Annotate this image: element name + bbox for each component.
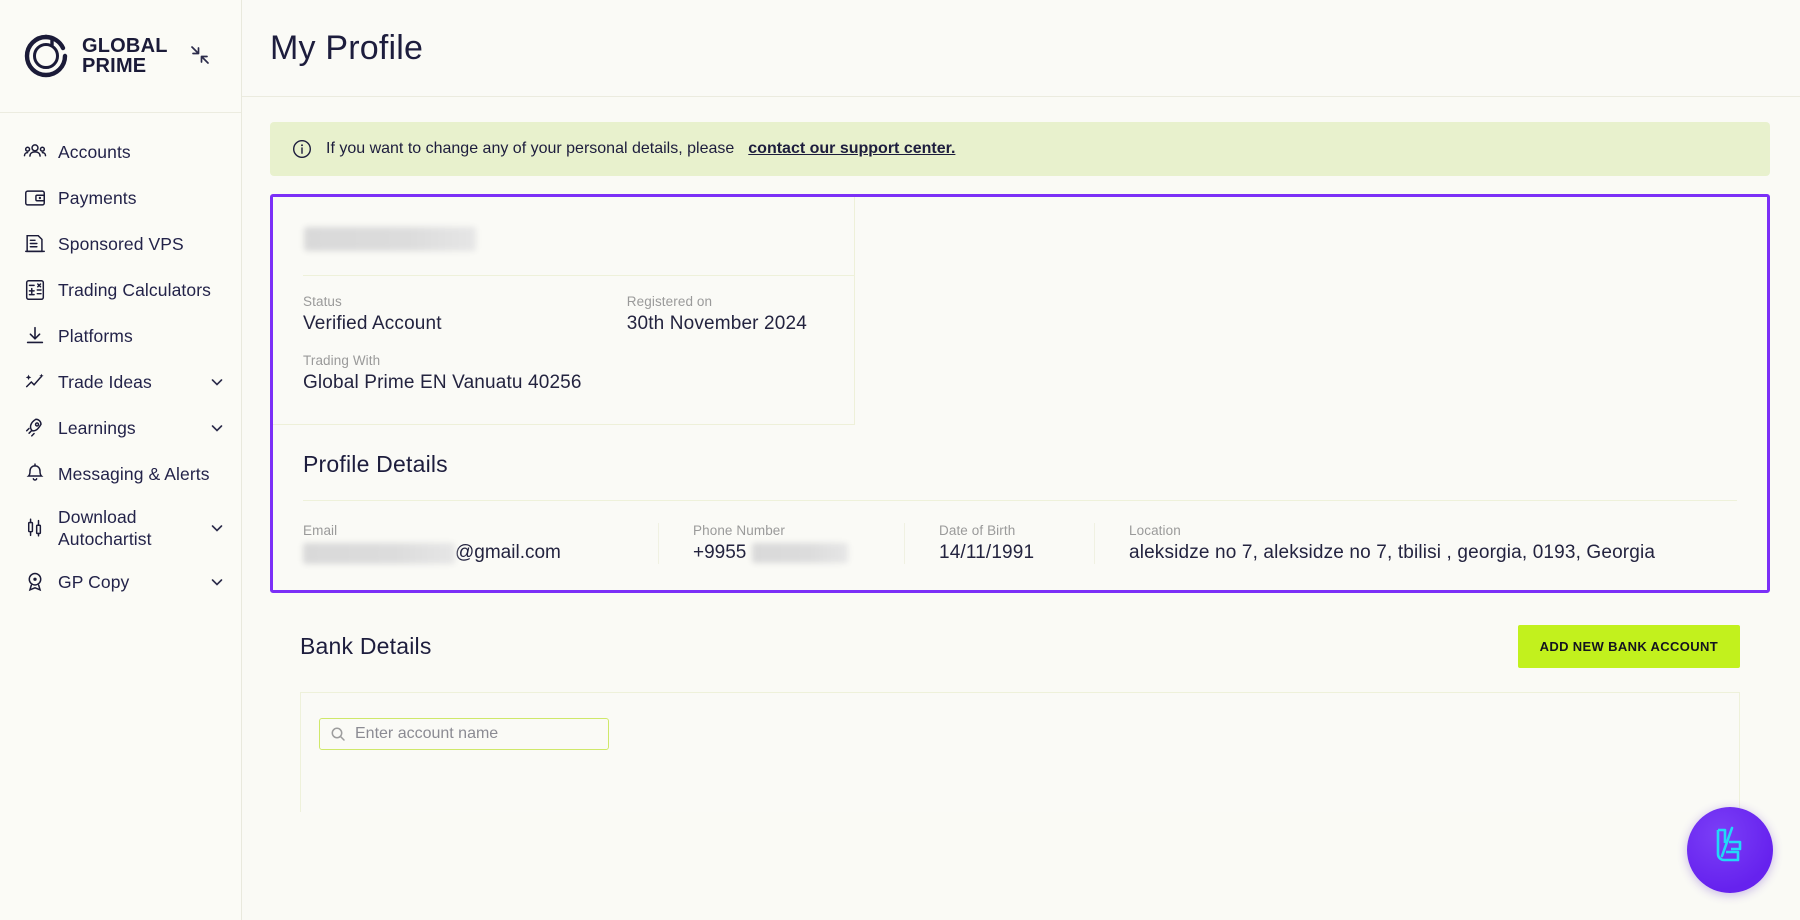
profile-highlight-region: Status Verified Account Registered on 30… xyxy=(270,194,1770,593)
registered-on-value: 30th November 2024 xyxy=(627,313,854,335)
sidebar-nav: Accounts Payments xyxy=(0,113,241,920)
email-domain-value: @gmail.com xyxy=(455,542,561,564)
brand-logo[interactable]: GLOBAL PRIME xyxy=(22,32,168,80)
chevron-down-icon[interactable] xyxy=(209,374,225,390)
add-new-bank-account-button[interactable]: ADD NEW BANK ACCOUNT xyxy=(1518,625,1740,668)
sidebar-item-platforms[interactable]: Platforms xyxy=(0,313,241,359)
global-prime-ring-logo-icon xyxy=(22,32,70,80)
page-title: My Profile xyxy=(270,29,423,68)
sidebar-item-label: GP Copy xyxy=(58,571,129,593)
phone-suffix-redacted xyxy=(752,543,848,563)
users-group-icon xyxy=(22,139,48,165)
location-field: Location aleksidze no 7, aleksidze no 7,… xyxy=(1095,523,1737,564)
sidebar-item-sponsored-vps[interactable]: Sponsored VPS xyxy=(0,221,241,267)
bank-details-section: Bank Details ADD NEW BANK ACCOUNT xyxy=(270,607,1770,812)
sidebar-item-trading-calculators[interactable]: Trading Calculators xyxy=(0,267,241,313)
date-of-birth-value: 14/11/1991 xyxy=(939,542,1074,564)
sidebar-item-label: Platforms xyxy=(58,325,133,347)
location-value: aleksidze no 7, aleksidze no 7, tbilisi … xyxy=(1129,542,1717,564)
sidebar-item-payments[interactable]: Payments xyxy=(0,175,241,221)
profile-details-grid: Email @gmail.com Phone Number +9955 xyxy=(303,523,1737,564)
download-icon xyxy=(22,323,48,349)
trading-with-value: Global Prime EN Vanuatu 40256 xyxy=(303,372,854,394)
notice-text: If you want to change any of your person… xyxy=(326,140,734,158)
app-root: GLOBAL PRIME xyxy=(0,0,1800,920)
sparkle-chart-icon xyxy=(22,369,48,395)
top-bar: My Profile xyxy=(242,0,1800,97)
sidebar-item-gp-copy[interactable]: GP Copy xyxy=(0,559,241,605)
divider xyxy=(303,275,855,276)
trading-with-label: Trading With xyxy=(303,353,854,368)
sidebar-item-label: Download Autochartist xyxy=(58,506,209,550)
status-field: Status Verified Account xyxy=(303,294,627,335)
sidebar-item-download-autochartist[interactable]: Download Autochartist xyxy=(0,497,241,559)
sidebar-item-label: Trading Calculators xyxy=(58,279,211,301)
bell-icon xyxy=(22,461,48,487)
trading-with-field: Trading With Global Prime EN Vanuatu 402… xyxy=(303,353,854,394)
account-summary-box: Status Verified Account Registered on 30… xyxy=(273,197,855,425)
sidebar-item-label: Accounts xyxy=(58,141,131,163)
sidebar-item-label: Sponsored VPS xyxy=(58,233,184,255)
page-content: If you want to change any of your person… xyxy=(242,97,1800,920)
sidebar-item-learnings[interactable]: Learnings xyxy=(0,405,241,451)
sidebar-item-label: Trade Ideas xyxy=(58,371,152,393)
sidebar-item-label: Messaging & Alerts xyxy=(58,463,210,485)
chat-assistant-logo-icon xyxy=(1704,822,1756,879)
phone-number-field: Phone Number +9955 xyxy=(659,523,905,564)
calculator-icon xyxy=(22,277,48,303)
sidebar-item-label: Learnings xyxy=(58,417,136,439)
account-summary-grid: Status Verified Account Registered on 30… xyxy=(303,294,854,335)
collapse-sidebar-icon[interactable] xyxy=(189,44,211,66)
support-center-link[interactable]: contact our support center. xyxy=(748,140,955,158)
chevron-down-icon[interactable] xyxy=(209,574,225,590)
status-label: Status xyxy=(303,294,627,309)
chevron-down-icon[interactable] xyxy=(209,520,225,536)
email-label: Email xyxy=(303,523,638,538)
candlestick-icon xyxy=(22,515,48,541)
copy-trade-icon xyxy=(22,569,48,595)
bank-details-header: Bank Details ADD NEW BANK ACCOUNT xyxy=(270,607,1770,668)
email-local-part-redacted xyxy=(303,543,455,564)
brand-wordmark: GLOBAL PRIME xyxy=(82,36,168,77)
rocket-icon xyxy=(22,415,48,441)
registered-on-field: Registered on 30th November 2024 xyxy=(627,294,854,335)
chat-assistant-button[interactable] xyxy=(1687,807,1773,893)
registered-on-label: Registered on xyxy=(627,294,854,309)
status-value: Verified Account xyxy=(303,313,627,335)
search-icon xyxy=(330,726,346,742)
account-name-search[interactable] xyxy=(319,718,609,750)
sidebar-item-label: Payments xyxy=(58,187,137,209)
account-name-redacted xyxy=(304,227,476,251)
sidebar: GLOBAL PRIME xyxy=(0,0,242,920)
search-input[interactable] xyxy=(355,725,598,743)
sidebar-header: GLOBAL PRIME xyxy=(0,0,241,113)
info-circle-icon xyxy=(292,139,312,159)
brand-line-1: GLOBAL xyxy=(82,35,168,57)
email-value-row: @gmail.com xyxy=(303,542,638,564)
sidebar-item-accounts[interactable]: Accounts xyxy=(0,129,241,175)
profile-card: Status Verified Account Registered on 30… xyxy=(273,197,1767,590)
divider xyxy=(303,500,1737,501)
phone-number-value: +9955 xyxy=(693,542,746,564)
email-field: Email @gmail.com xyxy=(303,523,659,564)
main-area: My Profile If you want to change any of … xyxy=(242,0,1800,920)
location-label: Location xyxy=(1129,523,1717,538)
sidebar-item-trade-ideas[interactable]: Trade Ideas xyxy=(0,359,241,405)
wallet-icon xyxy=(22,185,48,211)
brand-line-2: PRIME xyxy=(82,55,146,77)
bank-accounts-panel xyxy=(300,692,1740,812)
sidebar-item-messaging-alerts[interactable]: Messaging & Alerts xyxy=(0,451,241,497)
chevron-down-icon[interactable] xyxy=(209,420,225,436)
bank-details-title: Bank Details xyxy=(300,633,432,660)
profile-details-title: Profile Details xyxy=(303,451,1737,478)
personal-details-notice: If you want to change any of your person… xyxy=(270,122,1770,176)
phone-value-row: +9955 xyxy=(693,542,884,564)
date-of-birth-field: Date of Birth 14/11/1991 xyxy=(905,523,1095,564)
phone-number-label: Phone Number xyxy=(693,523,884,538)
date-of-birth-label: Date of Birth xyxy=(939,523,1074,538)
profile-details-section: Profile Details Email @gmail.com xyxy=(273,425,1767,590)
server-document-icon xyxy=(22,231,48,257)
